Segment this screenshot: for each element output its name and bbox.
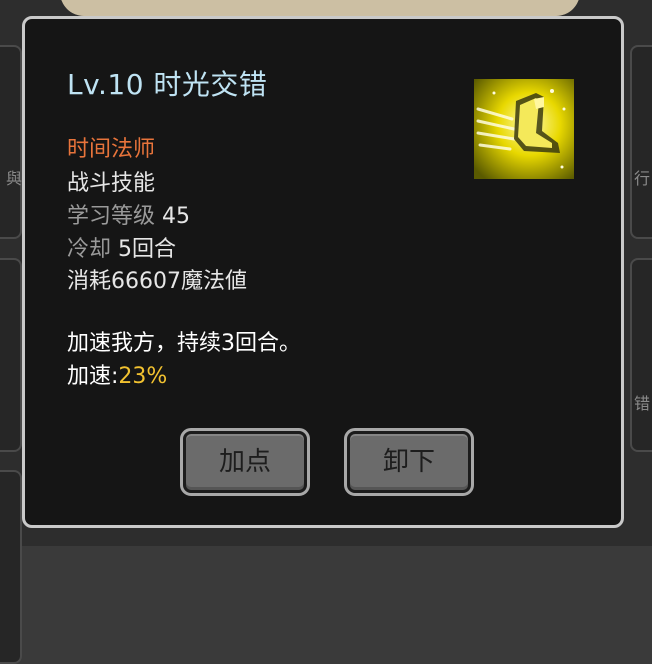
- background-right-tab: 行: [630, 45, 652, 239]
- skill-effect: 加速:23%: [67, 358, 167, 390]
- background-left-tab-2: [0, 258, 22, 452]
- background-right-tab-label: 行: [633, 169, 650, 188]
- skill-learn-level: 学习等级 45: [67, 198, 190, 230]
- unequip-button[interactable]: 卸下: [344, 428, 474, 496]
- learn-level-value: 45: [162, 204, 191, 229]
- skill-title: Lv.10 时光交错: [67, 68, 268, 101]
- effect-value: 23%: [118, 364, 168, 389]
- skill-type: 战斗技能: [67, 171, 156, 196]
- background-top-banner: [60, 0, 580, 16]
- skill-tooltip-panel: Lv.10 时光交错 时间法师 战斗技能 学习等级 45 冷却 5回合 消耗66…: [22, 16, 624, 528]
- skill-school: 时间法师: [67, 137, 156, 162]
- skill-description: 加速我方，持续3回合。: [67, 331, 301, 356]
- cooldown-value: 5回合: [118, 237, 177, 262]
- background-left-tab: 與: [0, 45, 22, 239]
- background-left-tab-3: [0, 470, 22, 664]
- learn-level-label: 学习等级: [67, 204, 156, 229]
- add-point-button[interactable]: 加点: [180, 428, 310, 496]
- skill-cost: 消耗66607魔法値: [67, 269, 247, 294]
- background-left-tab-label: 與: [5, 169, 22, 188]
- background-right-tab-2: 错: [630, 258, 652, 452]
- effect-label: 加速:: [67, 364, 119, 389]
- background-right-tab-2-label: 错: [633, 394, 650, 413]
- golden-boot-speed-icon: [474, 79, 574, 179]
- skill-cooldown: 冷却 5回合: [67, 231, 176, 263]
- cooldown-label: 冷却: [67, 237, 112, 262]
